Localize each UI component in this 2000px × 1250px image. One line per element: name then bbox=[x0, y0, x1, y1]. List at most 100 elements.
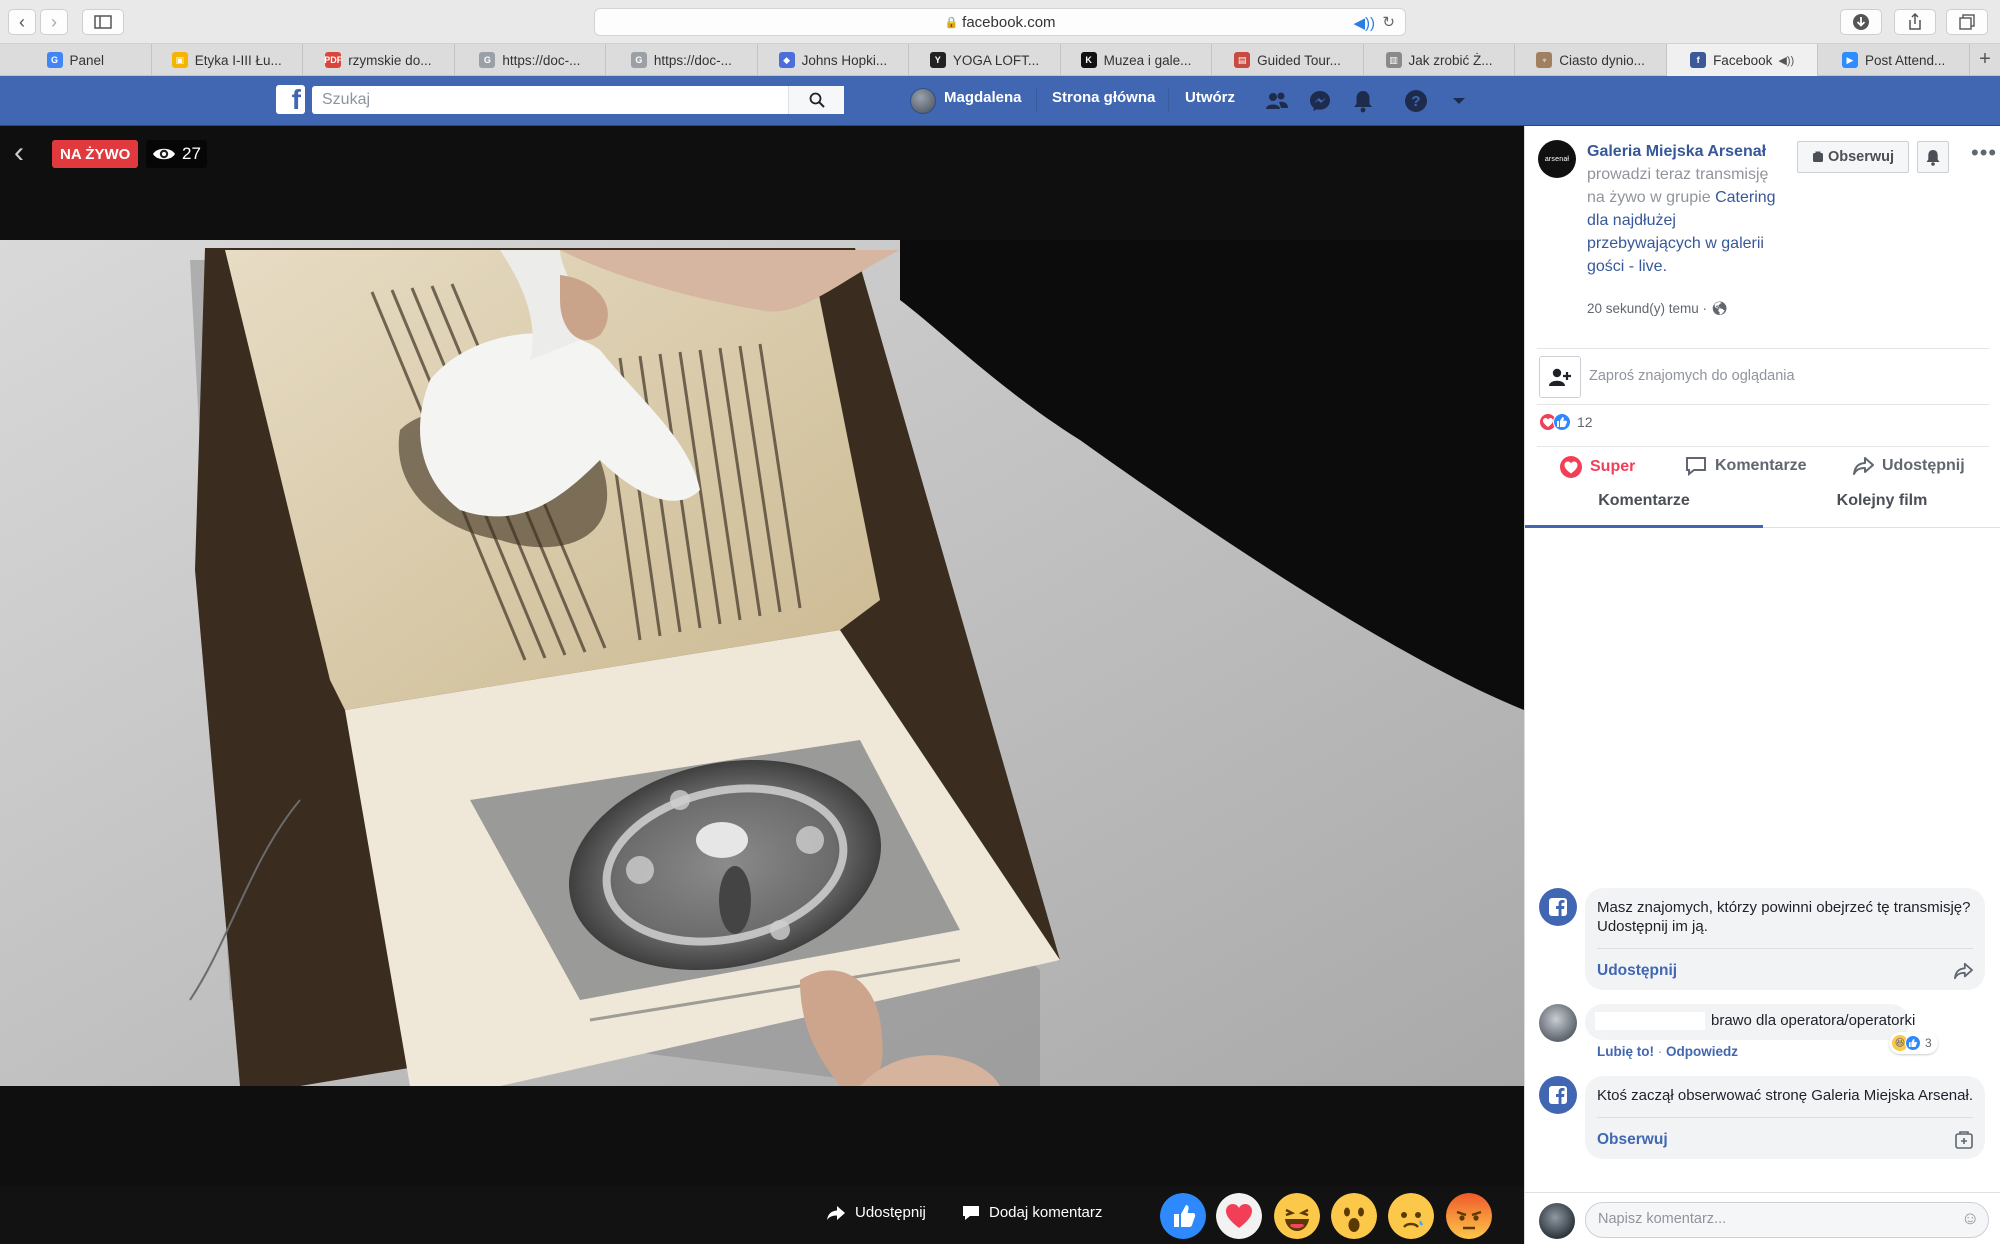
tab-audio-speaker-icon[interactable]: ◀)) bbox=[1778, 54, 1794, 67]
comment-reply-link[interactable]: Odpowiedz bbox=[1666, 1044, 1738, 1059]
browser-tab[interactable]: ▤ Guided Tour... bbox=[1212, 44, 1364, 76]
messenger-icon[interactable] bbox=[1307, 88, 1333, 114]
tab-next-video[interactable]: Kolejny film bbox=[1763, 492, 2000, 510]
tabs-icon bbox=[1959, 14, 1975, 30]
super-label: Super bbox=[1590, 458, 1636, 475]
video-action-bar: Udostępnij Dodaj komentarz bbox=[0, 1186, 1524, 1244]
reaction-summary[interactable]: 12 bbox=[1539, 413, 1593, 431]
comment-reaction-badge[interactable]: 😆 3 bbox=[1889, 1032, 1938, 1054]
browser-tab[interactable]: K Muzea i gale... bbox=[1061, 44, 1213, 76]
back-arrow-icon[interactable]: ‹ bbox=[14, 138, 24, 168]
redacted-name bbox=[1595, 1012, 1705, 1030]
browser-tab[interactable]: Ghttps://doc-... bbox=[606, 44, 758, 76]
help-icon[interactable]: ? bbox=[1403, 88, 1429, 114]
active-tab-indicator bbox=[1525, 525, 1763, 528]
page-avatar[interactable]: arsenał bbox=[1538, 140, 1576, 178]
follow-box-icon[interactable] bbox=[1955, 1130, 1973, 1149]
account-menu-chevron-down-icon[interactable] bbox=[1446, 88, 1472, 114]
haha-reaction-icon[interactable] bbox=[1274, 1193, 1320, 1239]
share-outline-icon[interactable] bbox=[1953, 962, 1973, 980]
browser-tab[interactable]: ▣ Etyka I-III Łu... bbox=[152, 44, 304, 76]
invite-friends-button[interactable] bbox=[1539, 356, 1581, 398]
browser-tab-label: Etyka I-III Łu... bbox=[194, 52, 282, 68]
divider bbox=[1168, 88, 1169, 112]
museum-icon: K bbox=[1080, 52, 1097, 68]
angry-reaction-icon[interactable] bbox=[1446, 1193, 1492, 1239]
viewer-count: 27 bbox=[146, 140, 207, 168]
browser-tab[interactable]: ♆ Ciasto dynio... bbox=[1515, 44, 1667, 76]
post-timestamp[interactable]: 20 sekund(y) temu · 🌎︎ bbox=[1587, 301, 1728, 317]
search-input[interactable]: Szukaj bbox=[312, 86, 844, 114]
comments-action-button[interactable]: Komentarze bbox=[1685, 456, 1807, 476]
search-icon bbox=[809, 92, 825, 108]
address-bar[interactable]: 🔒 facebook.com ◀)) ↻ bbox=[594, 8, 1406, 36]
like-reaction-icon[interactable] bbox=[1160, 1193, 1206, 1239]
friend-requests-icon[interactable] bbox=[1264, 88, 1290, 114]
comment-like-link[interactable]: Lubię to! bbox=[1597, 1044, 1654, 1059]
classroom-icon: ▣ bbox=[171, 52, 188, 68]
pdf-icon: PDF bbox=[324, 52, 342, 68]
sad-reaction-icon[interactable] bbox=[1388, 1193, 1434, 1239]
comment-bubble: brawo dla operatora/operatorki bbox=[1585, 1004, 1915, 1040]
avatar[interactable] bbox=[910, 88, 936, 114]
create-link[interactable]: Utwórz bbox=[1185, 89, 1235, 106]
browser-tab-label: Facebook bbox=[1713, 52, 1773, 68]
browser-tab-label: Guided Tour... bbox=[1257, 52, 1341, 68]
browser-tab[interactable]: PDF rzymskie do... bbox=[303, 44, 455, 76]
search-button[interactable] bbox=[788, 86, 844, 114]
like-icon bbox=[1905, 1035, 1921, 1051]
facebook-header: f Szukaj Magdalena Strona główna Utwórz … bbox=[0, 76, 2000, 126]
share-arrow-icon bbox=[827, 1205, 845, 1220]
heart-icon bbox=[1560, 456, 1582, 478]
browser-tab[interactable]: ▶ Post Attend... bbox=[1818, 44, 1970, 76]
browser-tab[interactable]: G Panel bbox=[0, 44, 152, 76]
comment-icon bbox=[963, 1205, 979, 1220]
super-reaction-button[interactable]: Super bbox=[1560, 456, 1635, 478]
eye-icon bbox=[153, 148, 175, 160]
wow-reaction-icon[interactable] bbox=[1331, 1193, 1377, 1239]
tab-strip: G Panel ▣ Etyka I-III Łu... PDF rzymskie do..… bbox=[0, 44, 2000, 76]
comment-actions: Lubię to! · Odpowiedz bbox=[1597, 1044, 1739, 1059]
browser-tab[interactable]: Y YOGA LOFT... bbox=[909, 44, 1061, 76]
share-prompt-link[interactable]: Udostępnij bbox=[1597, 961, 1677, 980]
browser-tab-label: Johns Hopki... bbox=[801, 52, 888, 68]
follow-notice-link[interactable]: Obserwuj bbox=[1597, 1130, 1668, 1149]
browser-tab[interactable]: ▥ Jak zrobić Ż... bbox=[1364, 44, 1516, 76]
post-side-panel: arsenał Galeria Miejska Arsenał prowadzi… bbox=[1524, 126, 2000, 1244]
browser-tab[interactable]: f Facebook ◀)) bbox=[1666, 44, 1819, 76]
comment-input[interactable]: Napisz komentarz... bbox=[1585, 1202, 1989, 1238]
home-link[interactable]: Strona główna bbox=[1052, 89, 1155, 106]
downloads-button[interactable] bbox=[1840, 9, 1882, 35]
browser-tab-label: Panel bbox=[69, 52, 105, 68]
tabs-overview-button[interactable] bbox=[1946, 9, 1988, 35]
follow-button[interactable]: Obserwuj bbox=[1797, 141, 1909, 173]
comment-bubble-icon bbox=[1686, 457, 1706, 476]
forward-button[interactable]: › bbox=[40, 9, 68, 35]
share-browser-button[interactable] bbox=[1894, 9, 1936, 35]
sidebar-toggle-button[interactable] bbox=[82, 9, 124, 35]
browser-tab[interactable]: ◆ Johns Hopki... bbox=[758, 44, 910, 76]
page-name-link[interactable]: Galeria Miejska Arsenał bbox=[1587, 143, 1766, 160]
profile-link[interactable]: Magdalena bbox=[944, 89, 1022, 106]
notifications-icon[interactable] bbox=[1350, 88, 1376, 114]
back-button[interactable]: ‹ bbox=[8, 9, 36, 35]
invite-friends-text[interactable]: Zaproś znajomych do oglądania bbox=[1589, 368, 1795, 384]
notify-button[interactable] bbox=[1917, 141, 1949, 173]
speaker-icon[interactable]: ◀)) bbox=[1353, 14, 1375, 32]
emoji-icon[interactable]: ☺ bbox=[1961, 1208, 1979, 1229]
video-share-button[interactable]: Udostępnij bbox=[826, 1204, 926, 1221]
commenter-avatar[interactable] bbox=[1539, 1004, 1577, 1042]
add-comment-button[interactable]: Dodaj komentarz bbox=[962, 1204, 1102, 1221]
facebook-logo-icon[interactable]: f bbox=[276, 85, 305, 114]
share-action-button[interactable]: Udostępnij bbox=[1852, 456, 1965, 476]
love-reaction-icon[interactable] bbox=[1216, 1193, 1262, 1239]
tab-comments[interactable]: Komentarze bbox=[1525, 492, 1763, 510]
divider bbox=[1537, 446, 1989, 447]
google-doc-icon: G bbox=[630, 52, 647, 68]
browser-tab[interactable]: Ghttps://doc-... bbox=[455, 44, 607, 76]
live-video-player[interactable]: ‹ NA ŻYWO 27 Udostępnij Dodaj komentarz bbox=[0, 126, 1524, 1244]
comments-action-label: Komentarze bbox=[1715, 457, 1807, 474]
new-tab-plus-icon[interactable]: + bbox=[1970, 44, 2000, 75]
reload-icon[interactable]: ↻ bbox=[1382, 13, 1395, 31]
more-options-icon[interactable]: ••• bbox=[1971, 140, 1997, 166]
